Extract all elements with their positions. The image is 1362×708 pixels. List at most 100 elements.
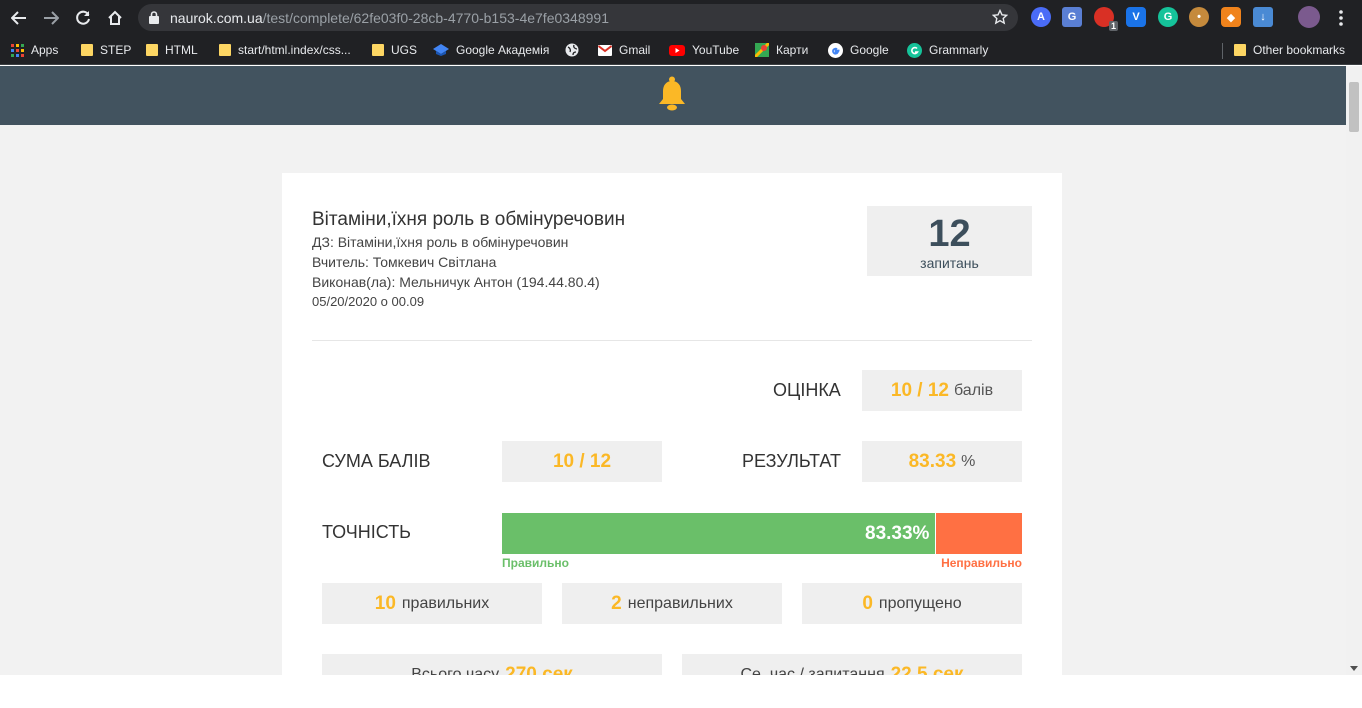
grade-value: 10 / 12 bbox=[890, 379, 949, 401]
bookmark-label: start/html.index/css... bbox=[238, 43, 351, 57]
correct-count: 10 bbox=[374, 592, 396, 614]
bookmark-gmail[interactable]: Gmail bbox=[598, 40, 650, 60]
grammarly-icon bbox=[907, 42, 922, 58]
google-icon bbox=[828, 42, 843, 58]
translate-extension-icon[interactable]: A bbox=[1031, 7, 1051, 27]
browser-toolbar: naurok.com.ua/test/complete/62fe03f0-28c… bbox=[0, 0, 1362, 35]
result-label: РЕЗУЛЬТАТ bbox=[742, 451, 841, 471]
question-count-box: 12 запитань bbox=[867, 206, 1032, 276]
address-bar[interactable]: naurok.com.ua/test/complete/62fe03f0-28c… bbox=[138, 4, 1018, 31]
result-value: 83.33 bbox=[908, 450, 957, 472]
skipped-count: 0 bbox=[862, 592, 873, 614]
reload-icon bbox=[76, 10, 90, 25]
bookmark-label: Grammarly bbox=[929, 43, 989, 57]
gmail-icon bbox=[598, 44, 612, 56]
site-header bbox=[0, 66, 1346, 125]
kebab-menu-icon bbox=[1339, 10, 1343, 26]
download-extension-icon[interactable]: ↓ bbox=[1253, 7, 1273, 27]
folder-icon bbox=[146, 44, 158, 56]
globe-icon bbox=[565, 43, 579, 57]
correct-count-box: 10 правильних bbox=[322, 583, 542, 624]
sum-label: СУМА БАЛІВ bbox=[322, 451, 431, 471]
performer-line: Виконав(ла): Мельничук Антон (194.44.80.… bbox=[312, 274, 600, 290]
reload-button[interactable] bbox=[70, 5, 96, 31]
page-viewport: Вітаміни,їхня роль в обмінуречовин ДЗ: В… bbox=[0, 66, 1362, 675]
sum-box: 10 / 12 bbox=[502, 441, 662, 482]
bookmark-google-academy[interactable]: Google Академія bbox=[433, 40, 549, 60]
skipped-count-box: 0 пропущено bbox=[802, 583, 1022, 624]
bookmark-label: YouTube bbox=[692, 43, 740, 57]
scroll-down-arrow-icon[interactable] bbox=[1350, 666, 1358, 671]
youtube-icon bbox=[669, 44, 685, 56]
bookmark-ugs[interactable]: UGS bbox=[372, 40, 417, 60]
bookmark-label: UGS bbox=[391, 43, 418, 57]
wrong-label: неправильних bbox=[627, 594, 733, 612]
back-button[interactable] bbox=[6, 5, 32, 31]
grammarly-extension-icon[interactable]: G bbox=[1158, 7, 1178, 27]
bookmark-star-icon[interactable] bbox=[992, 9, 1008, 25]
bookmark-apps[interactable]: Apps bbox=[11, 40, 58, 60]
profile-avatar[interactable] bbox=[1298, 6, 1320, 28]
avg-time-value: 22.5 сек bbox=[890, 663, 964, 676]
total-time-box: Всього часу 270 сек bbox=[322, 654, 662, 675]
question-count-label: запитань bbox=[920, 255, 979, 271]
bookmark-youtube[interactable]: YouTube bbox=[669, 40, 739, 60]
cookie-extension-icon[interactable]: • bbox=[1189, 7, 1209, 27]
bookmark-label: Google Академія bbox=[456, 43, 550, 57]
home-icon bbox=[108, 10, 122, 25]
bookmark-maps[interactable]: Карти bbox=[755, 40, 808, 60]
other-bookmarks[interactable]: Other bookmarks bbox=[1234, 40, 1345, 60]
total-time-label: Всього часу bbox=[411, 665, 500, 676]
avg-time-box: Се. час / запитання 22.5 сек bbox=[682, 654, 1022, 675]
puzzle-extension-icon[interactable]: ◆ bbox=[1221, 7, 1241, 27]
sum-value: 10 / 12 bbox=[552, 450, 612, 472]
accuracy-percent: 83.33% bbox=[865, 523, 930, 544]
bookmark-label: Gmail bbox=[619, 43, 651, 57]
url-text: naurok.com.ua/test/complete/62fe03f0-28c… bbox=[170, 10, 609, 26]
divider bbox=[312, 340, 1032, 341]
bookmark-globe[interactable] bbox=[565, 40, 579, 60]
result-box: 83.33 % bbox=[862, 441, 1022, 482]
result-unit: % bbox=[961, 452, 976, 470]
bookmark-html[interactable]: HTML bbox=[146, 40, 198, 60]
grade-unit: балів bbox=[954, 381, 994, 399]
grade-label: ОЦІНКА bbox=[773, 380, 841, 400]
wrong-count: 2 bbox=[611, 592, 622, 614]
legend-correct: Правильно bbox=[502, 556, 569, 570]
date-line: 05/20/2020 о 00.09 bbox=[312, 294, 425, 309]
accuracy-bar: 83.33% bbox=[502, 513, 1022, 554]
correct-label: правильних bbox=[401, 594, 490, 612]
bookmark-label: Apps bbox=[31, 43, 59, 57]
bell-icon[interactable] bbox=[656, 76, 688, 112]
bookmark-step[interactable]: STEP bbox=[81, 40, 131, 60]
folder-icon bbox=[219, 44, 231, 56]
skipped-label: пропущено bbox=[878, 594, 962, 612]
forward-button[interactable] bbox=[38, 5, 64, 31]
bookmarks-bar: Apps STEP HTML start/html.index/css... U… bbox=[0, 35, 1362, 65]
bookmark-label: STEP bbox=[100, 43, 132, 57]
apps-grid-icon bbox=[11, 43, 24, 57]
bookmark-label: HTML bbox=[165, 43, 198, 57]
bookmark-label: Other bookmarks bbox=[1253, 43, 1346, 57]
bookmark-google[interactable]: Google bbox=[828, 40, 889, 60]
bookmarks-separator bbox=[1222, 43, 1223, 59]
google-academy-icon bbox=[433, 44, 449, 56]
homework-line: ДЗ: Вітаміни,їхня роль в обмінуречовин bbox=[312, 234, 569, 250]
adblock-icon[interactable]: 1 bbox=[1094, 7, 1118, 31]
wrong-count-box: 2 неправильних bbox=[562, 583, 782, 624]
bookmark-grammarly[interactable]: Grammarly bbox=[907, 40, 988, 60]
avg-time-label: Се. час / запитання bbox=[740, 665, 885, 676]
extension-badge: 1 bbox=[1108, 21, 1118, 31]
google-translate-icon[interactable]: G bbox=[1062, 7, 1082, 27]
window-bottom-edge bbox=[0, 675, 1362, 708]
page-scrollbar[interactable] bbox=[1346, 66, 1362, 675]
scrollbar-thumb[interactable] bbox=[1349, 82, 1359, 132]
browser-menu-button[interactable] bbox=[1335, 9, 1347, 27]
bookmark-label: Карти bbox=[776, 43, 809, 57]
bookmark-start-html[interactable]: start/html.index/css... bbox=[219, 40, 351, 60]
accuracy-label: ТОЧНІСТЬ bbox=[322, 522, 411, 542]
shield-extension-icon[interactable]: V bbox=[1126, 7, 1146, 27]
question-count: 12 bbox=[928, 213, 971, 255]
accuracy-bar-wrong bbox=[935, 513, 1022, 554]
home-button[interactable] bbox=[102, 5, 128, 31]
